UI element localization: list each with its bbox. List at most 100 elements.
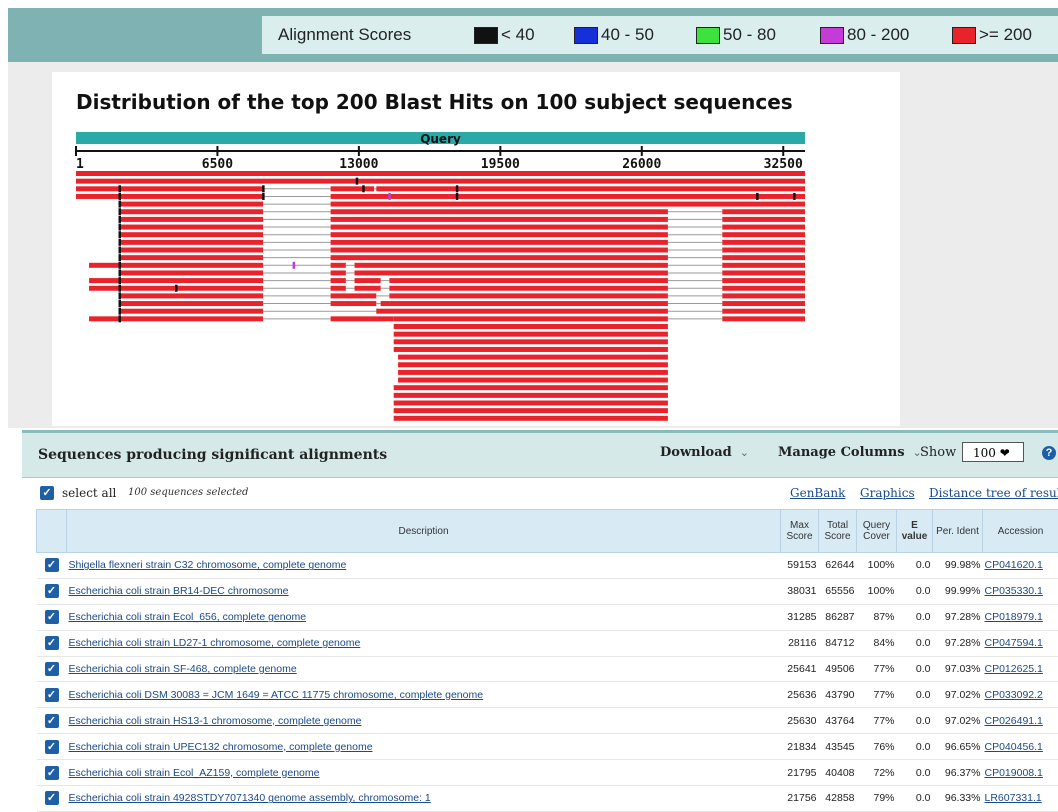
- description-link[interactable]: Escherichia coli strain 4928STDY7071340 …: [69, 792, 431, 804]
- header-per-ident[interactable]: Per. Ident: [933, 510, 983, 553]
- accession-link[interactable]: CP033092.2: [985, 689, 1043, 701]
- accession-link[interactable]: CP040456.1: [985, 741, 1043, 753]
- hit-mark: [262, 193, 265, 200]
- hit-segment: [376, 186, 805, 191]
- header-checkbox-col: [37, 510, 67, 553]
- total-score-cell: 42858: [819, 786, 857, 812]
- header-query-cover[interactable]: Query Cover: [857, 510, 897, 553]
- genbank-link[interactable]: GenBank: [790, 486, 845, 500]
- row-checkbox[interactable]: ✓: [45, 688, 59, 702]
- description-link[interactable]: Escherichia coli strain Ecol_AZ159, comp…: [69, 767, 320, 779]
- hit-mark: [119, 269, 122, 276]
- description-link[interactable]: Escherichia coli strain LD27-1 chromosom…: [69, 637, 361, 649]
- accession-link[interactable]: CP018979.1: [985, 611, 1043, 623]
- hit-segment: [120, 309, 264, 314]
- description-link[interactable]: Escherichia coli DSM 30083 = JCM 1649 = …: [69, 689, 484, 701]
- tick-label: 26000: [622, 157, 661, 172]
- row-checkbox[interactable]: ✓: [45, 791, 59, 805]
- per-ident-cell: 96.65%: [933, 734, 983, 760]
- total-score-cell: 43545: [819, 734, 857, 760]
- hit-mark: [356, 178, 359, 185]
- accession-link[interactable]: CP026491.1: [985, 715, 1043, 727]
- row-checkbox[interactable]: ✓: [45, 766, 59, 780]
- description-link[interactable]: Escherichia coli strain BR14-DEC chromos…: [69, 585, 289, 597]
- accession-link[interactable]: CP035330.1: [985, 585, 1043, 597]
- header-accession[interactable]: Accession: [983, 510, 1058, 553]
- hit-segment: [331, 217, 668, 222]
- manage-columns-menu[interactable]: Manage Columns⌄: [778, 445, 922, 460]
- row-checkbox[interactable]: ✓: [45, 584, 59, 598]
- accession-link[interactable]: CP019008.1: [985, 767, 1043, 779]
- hit-segment: [394, 339, 668, 344]
- description-link[interactable]: Escherichia coli strain HS13-1 chromosom…: [69, 715, 362, 727]
- hit-segment: [722, 286, 805, 291]
- hit-segment: [389, 293, 668, 298]
- select-all-label[interactable]: select all: [62, 486, 116, 500]
- download-label: Download: [660, 445, 732, 460]
- row-checkbox[interactable]: ✓: [45, 662, 59, 676]
- tick-label: 19500: [481, 157, 520, 172]
- table-row: ✓ Escherichia coli strain HS13-1 chromos…: [37, 708, 1058, 734]
- row-checkbox[interactable]: ✓: [45, 610, 59, 624]
- accession-cell: CP041620.1: [983, 553, 1058, 579]
- hit-segment: [394, 316, 668, 321]
- row-checkbox[interactable]: ✓: [45, 636, 59, 650]
- hit-segment: [120, 255, 264, 260]
- description-link[interactable]: Escherichia coli strain SF-468, complete…: [69, 663, 297, 675]
- description-link[interactable]: Shigella flexneri strain C32 chromosome,…: [69, 559, 347, 571]
- hit-segment: [722, 309, 805, 314]
- description-cell: Escherichia coli strain Ecol_AZ159, comp…: [67, 760, 781, 786]
- row-checkbox[interactable]: ✓: [45, 740, 59, 754]
- legend-swatch: [574, 27, 598, 44]
- row-checkbox-cell: ✓: [37, 604, 67, 630]
- legend-label: >= 200: [979, 25, 1032, 45]
- hit-mark: [119, 247, 122, 254]
- hit-mark: [262, 185, 265, 192]
- download-menu[interactable]: Download⌄: [660, 445, 749, 460]
- results-header: Sequences producing significant alignmen…: [22, 430, 1058, 478]
- hit-segment: [331, 225, 668, 230]
- hit-segment: [722, 263, 805, 268]
- hit-segment: [722, 225, 805, 230]
- hit-segment: [76, 186, 263, 191]
- hit-segment: [331, 301, 377, 306]
- hit-segment: [120, 248, 264, 253]
- distance-tree-link[interactable]: Distance tree of results: [929, 486, 1058, 500]
- header-description[interactable]: Description: [67, 510, 781, 553]
- row-checkbox[interactable]: ✓: [45, 714, 59, 728]
- accession-link[interactable]: CP047594.1: [985, 637, 1043, 649]
- hit-segment: [120, 217, 264, 222]
- hit-segment: [331, 316, 394, 321]
- hit-mark: [388, 193, 391, 200]
- accession-link[interactable]: CP012625.1: [985, 663, 1043, 675]
- legend-label: < 40: [501, 25, 535, 45]
- table-row: ✓ Escherichia coli DSM 30083 = JCM 1649 …: [37, 682, 1058, 708]
- accession-link[interactable]: CP041620.1: [985, 559, 1043, 571]
- row-checkbox[interactable]: ✓: [45, 558, 59, 572]
- accession-cell: LR607331.1: [983, 786, 1058, 812]
- max-score-cell: 59153: [781, 553, 819, 579]
- header-e-value[interactable]: Evalue: [897, 510, 933, 553]
- total-score-cell: 86287: [819, 604, 857, 630]
- hit-mark: [456, 185, 459, 192]
- header-total-score[interactable]: Total Score: [819, 510, 857, 553]
- header-max-score[interactable]: Max Score: [781, 510, 819, 553]
- description-link[interactable]: Escherichia coli strain UPEC132 chromoso…: [69, 741, 373, 753]
- hit-mark: [119, 292, 122, 299]
- hit-segment: [120, 202, 264, 207]
- hit-segment: [355, 286, 381, 291]
- select-all-checkbox[interactable]: ✓: [40, 486, 54, 500]
- hit-segment: [722, 217, 805, 222]
- hit-segment: [389, 278, 668, 283]
- table-row: ✓ Escherichia coli strain SF-468, comple…: [37, 656, 1058, 682]
- total-score-cell: 40408: [819, 760, 857, 786]
- help-icon[interactable]: ?: [1042, 446, 1056, 460]
- hit-segment: [76, 179, 805, 184]
- accession-link[interactable]: LR607331.1: [985, 792, 1042, 804]
- show-count-select[interactable]: 100 ❤: [962, 442, 1024, 462]
- description-link[interactable]: Escherichia coli strain Ecol_656, comple…: [69, 611, 307, 623]
- graphics-link[interactable]: Graphics: [860, 486, 915, 500]
- accession-cell: CP018979.1: [983, 604, 1058, 630]
- hit-segment: [120, 270, 264, 275]
- row-checkbox-cell: ✓: [37, 734, 67, 760]
